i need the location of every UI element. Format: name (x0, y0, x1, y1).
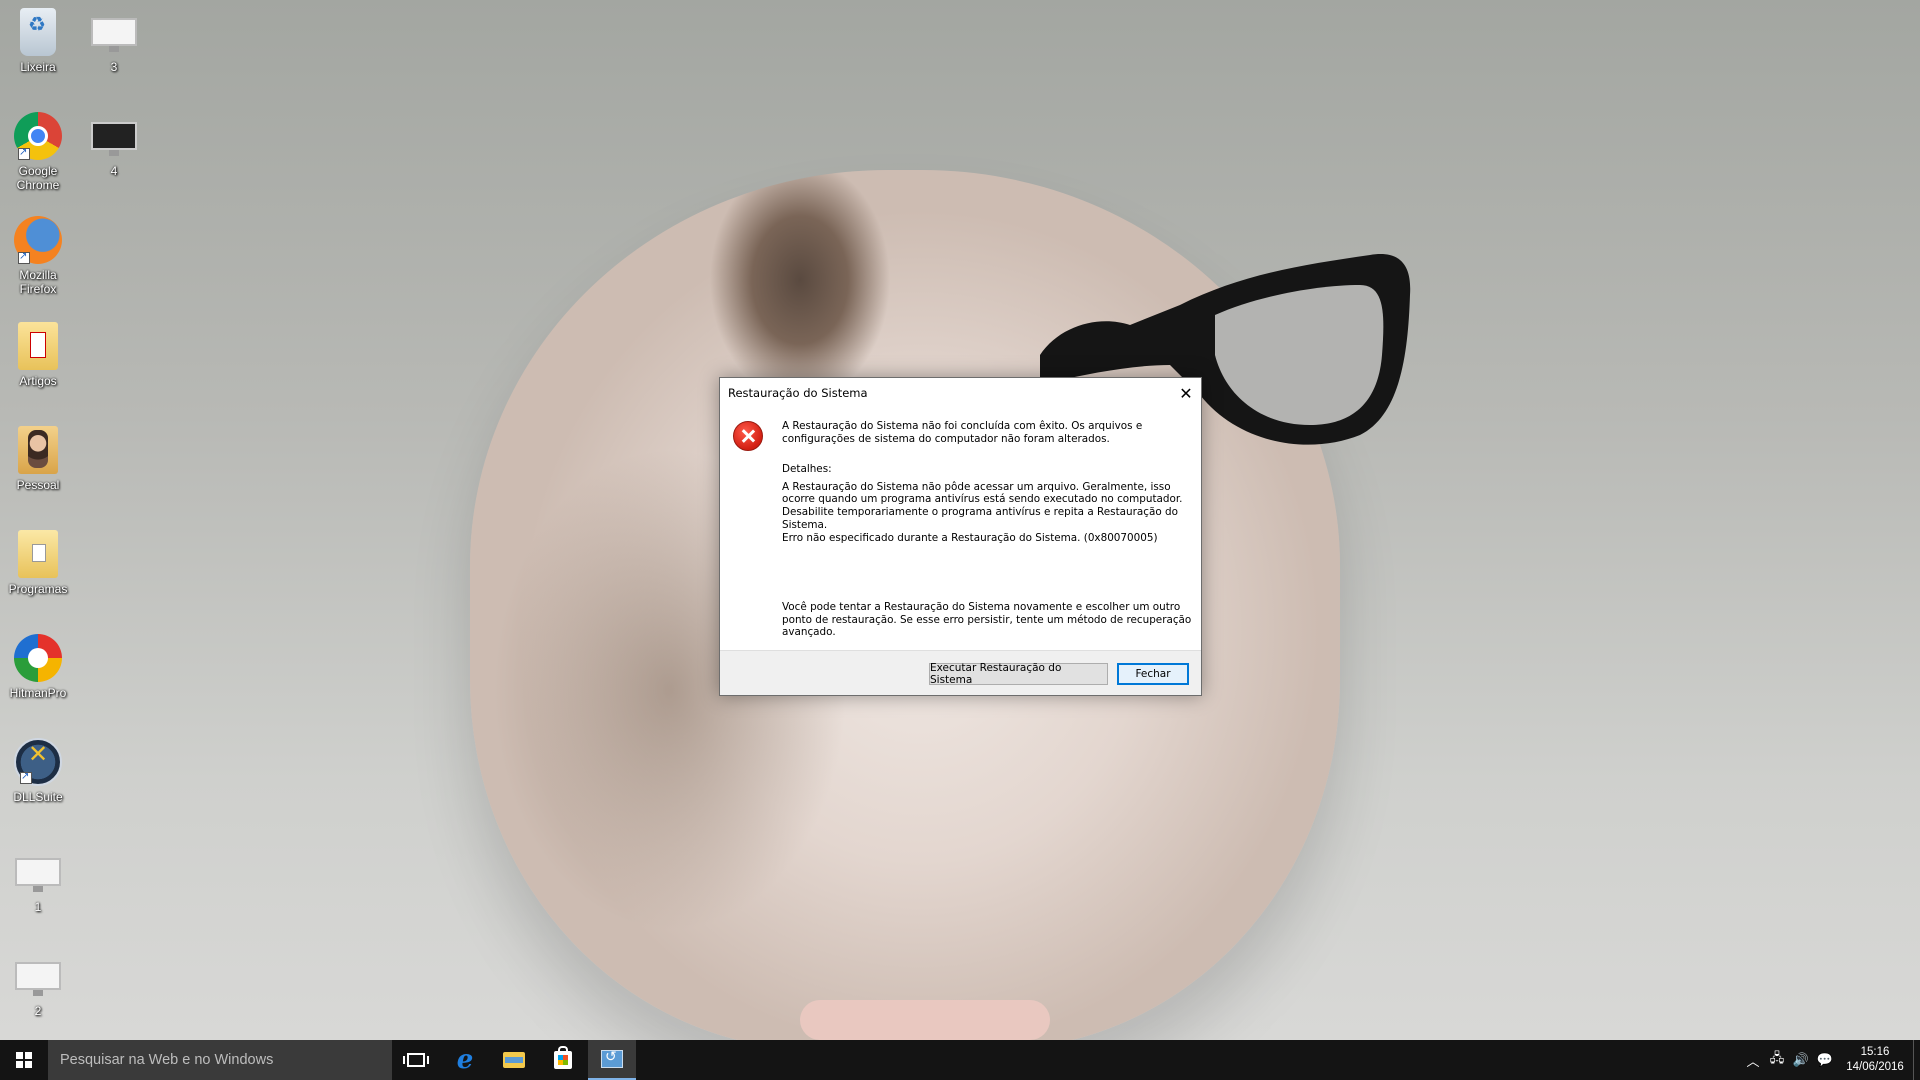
desktop-icon-artigos[interactable]: Artigos (0, 322, 76, 388)
dialog-close-icon[interactable]: ✕ (1175, 382, 1197, 404)
desktop-icon-dllsuite[interactable]: DLLSuite (0, 738, 76, 804)
details-label: Detalhes: (782, 463, 832, 475)
desktop-icon-label: HitmanPro (9, 686, 67, 700)
run-system-restore-button[interactable]: Executar Restauração do Sistema (929, 662, 1108, 686)
desktop-icon-3[interactable]: 3 (76, 8, 152, 74)
monitor-icon (15, 962, 61, 996)
search-box[interactable]: Pesquisar na Web e no Windows (48, 1040, 392, 1080)
desktop-icon-1[interactable]: 1 (0, 848, 76, 914)
desktop-icon-2[interactable]: 2 (0, 952, 76, 1018)
folder-icon (18, 322, 58, 370)
details-text: A Restauração do Sistema não pôde acessa… (782, 480, 1183, 531)
recycle-bin-icon (20, 8, 56, 56)
desktop-icon-label: DLLSuite (13, 790, 63, 804)
show-desktop-button[interactable] (1913, 1040, 1920, 1080)
network-icon[interactable]: 🖧 (1765, 1040, 1789, 1080)
show-hidden-icons-chevron-icon[interactable]: ︿ (1741, 1040, 1765, 1080)
desktop-icon-programas[interactable]: Programas (0, 530, 76, 596)
edge-button[interactable]: e (441, 1040, 489, 1080)
folder-icon (18, 426, 58, 474)
desktop-icon-label: Programas (8, 582, 68, 596)
shortcut-arrow-icon (18, 250, 30, 264)
system-restore-icon (601, 1048, 623, 1068)
desktop-icon-label: Pessoal (16, 478, 60, 492)
system-restore-taskbar-button[interactable] (588, 1040, 636, 1080)
system-restore-error-dialog: Restauração do Sistema ✕ A Restauração d… (719, 377, 1202, 696)
folder-icon (18, 530, 58, 578)
desktop-icon-label: 1 (34, 900, 42, 914)
desktop-icon-hitmanpro[interactable]: HitmanPro (0, 634, 76, 700)
error-code-text: Erro não especificado durante a Restaura… (782, 531, 1158, 544)
dialog-title: Restauração do Sistema (728, 386, 868, 400)
wallpaper-guinea-pig-feet (800, 1000, 1050, 1040)
close-button[interactable]: Fechar (1117, 663, 1189, 685)
hitmanpro-icon (14, 634, 62, 682)
file-explorer-button[interactable] (490, 1040, 538, 1080)
monitor-icon (91, 18, 137, 52)
shortcut-arrow-icon (18, 146, 30, 160)
error-icon (733, 421, 763, 451)
desktop-icon-label: Lixeira (20, 60, 56, 74)
details-section: Detalhes: A Restauração do Sistema não p… (782, 463, 1192, 544)
clock-date: 14/06/2016 (1846, 1061, 1904, 1073)
dialog-footer: Executar Restauração do Sistema Fechar (720, 650, 1201, 695)
monitor-icon (91, 122, 137, 156)
main-message-text: A Restauração do Sistema não foi concluí… (782, 420, 1143, 445)
desktop-icon-label: 4 (110, 164, 118, 178)
store-button[interactable] (539, 1040, 587, 1080)
desktop-icon-4[interactable]: 4 (76, 112, 152, 178)
clock-time: 15:16 (1860, 1046, 1890, 1058)
desktop-icon-pessoal[interactable]: Pessoal (0, 426, 76, 492)
chrome-icon (14, 112, 62, 160)
action-center-icon[interactable]: 💬 (1813, 1040, 1837, 1080)
windows-logo-icon (16, 1052, 32, 1068)
desktop-icon-recycle-bin[interactable]: Lixeira (0, 8, 76, 74)
suggestion-text: Você pode tentar a Restauração do Sistem… (782, 601, 1192, 639)
main-message: A Restauração do Sistema não foi concluí… (782, 420, 1192, 445)
suggestion-section: Você pode tentar a Restauração do Sistem… (782, 601, 1192, 639)
clock[interactable]: 15:16 14/06/2016 (1837, 1045, 1913, 1075)
volume-icon[interactable]: 🔊 (1789, 1040, 1813, 1080)
task-view-button[interactable] (392, 1040, 440, 1080)
firefox-icon (14, 216, 62, 264)
store-icon (554, 1046, 572, 1069)
system-tray: ︿ 🖧 🔊 💬 15:16 14/06/2016 (1741, 1040, 1920, 1080)
shortcut-arrow-icon (20, 770, 32, 784)
desktop-icon-label: Google Chrome (16, 164, 60, 192)
file-explorer-icon (503, 1052, 525, 1068)
desktop-icon-label: Artigos (19, 374, 57, 388)
desktop-icon-mozilla-firefox[interactable]: Mozilla Firefox (0, 216, 76, 296)
desktop-icon-label: Mozilla Firefox (19, 268, 57, 296)
taskbar: Pesquisar na Web e no Windows e ︿ 🖧 🔊 💬 … (0, 1040, 1920, 1080)
edge-icon: e (456, 1045, 474, 1075)
desktop-icon-label: 2 (34, 1004, 42, 1018)
dialog-title-bar[interactable]: Restauração do Sistema ✕ (720, 378, 1201, 408)
task-view-icon (403, 1053, 429, 1067)
monitor-icon (15, 858, 61, 892)
desktop-icon-google-chrome[interactable]: Google Chrome (0, 112, 76, 192)
desktop-icon-label: 3 (110, 60, 118, 74)
search-placeholder: Pesquisar na Web e no Windows (60, 1052, 274, 1068)
start-button[interactable] (0, 1040, 48, 1080)
dllsuite-icon (14, 738, 62, 786)
